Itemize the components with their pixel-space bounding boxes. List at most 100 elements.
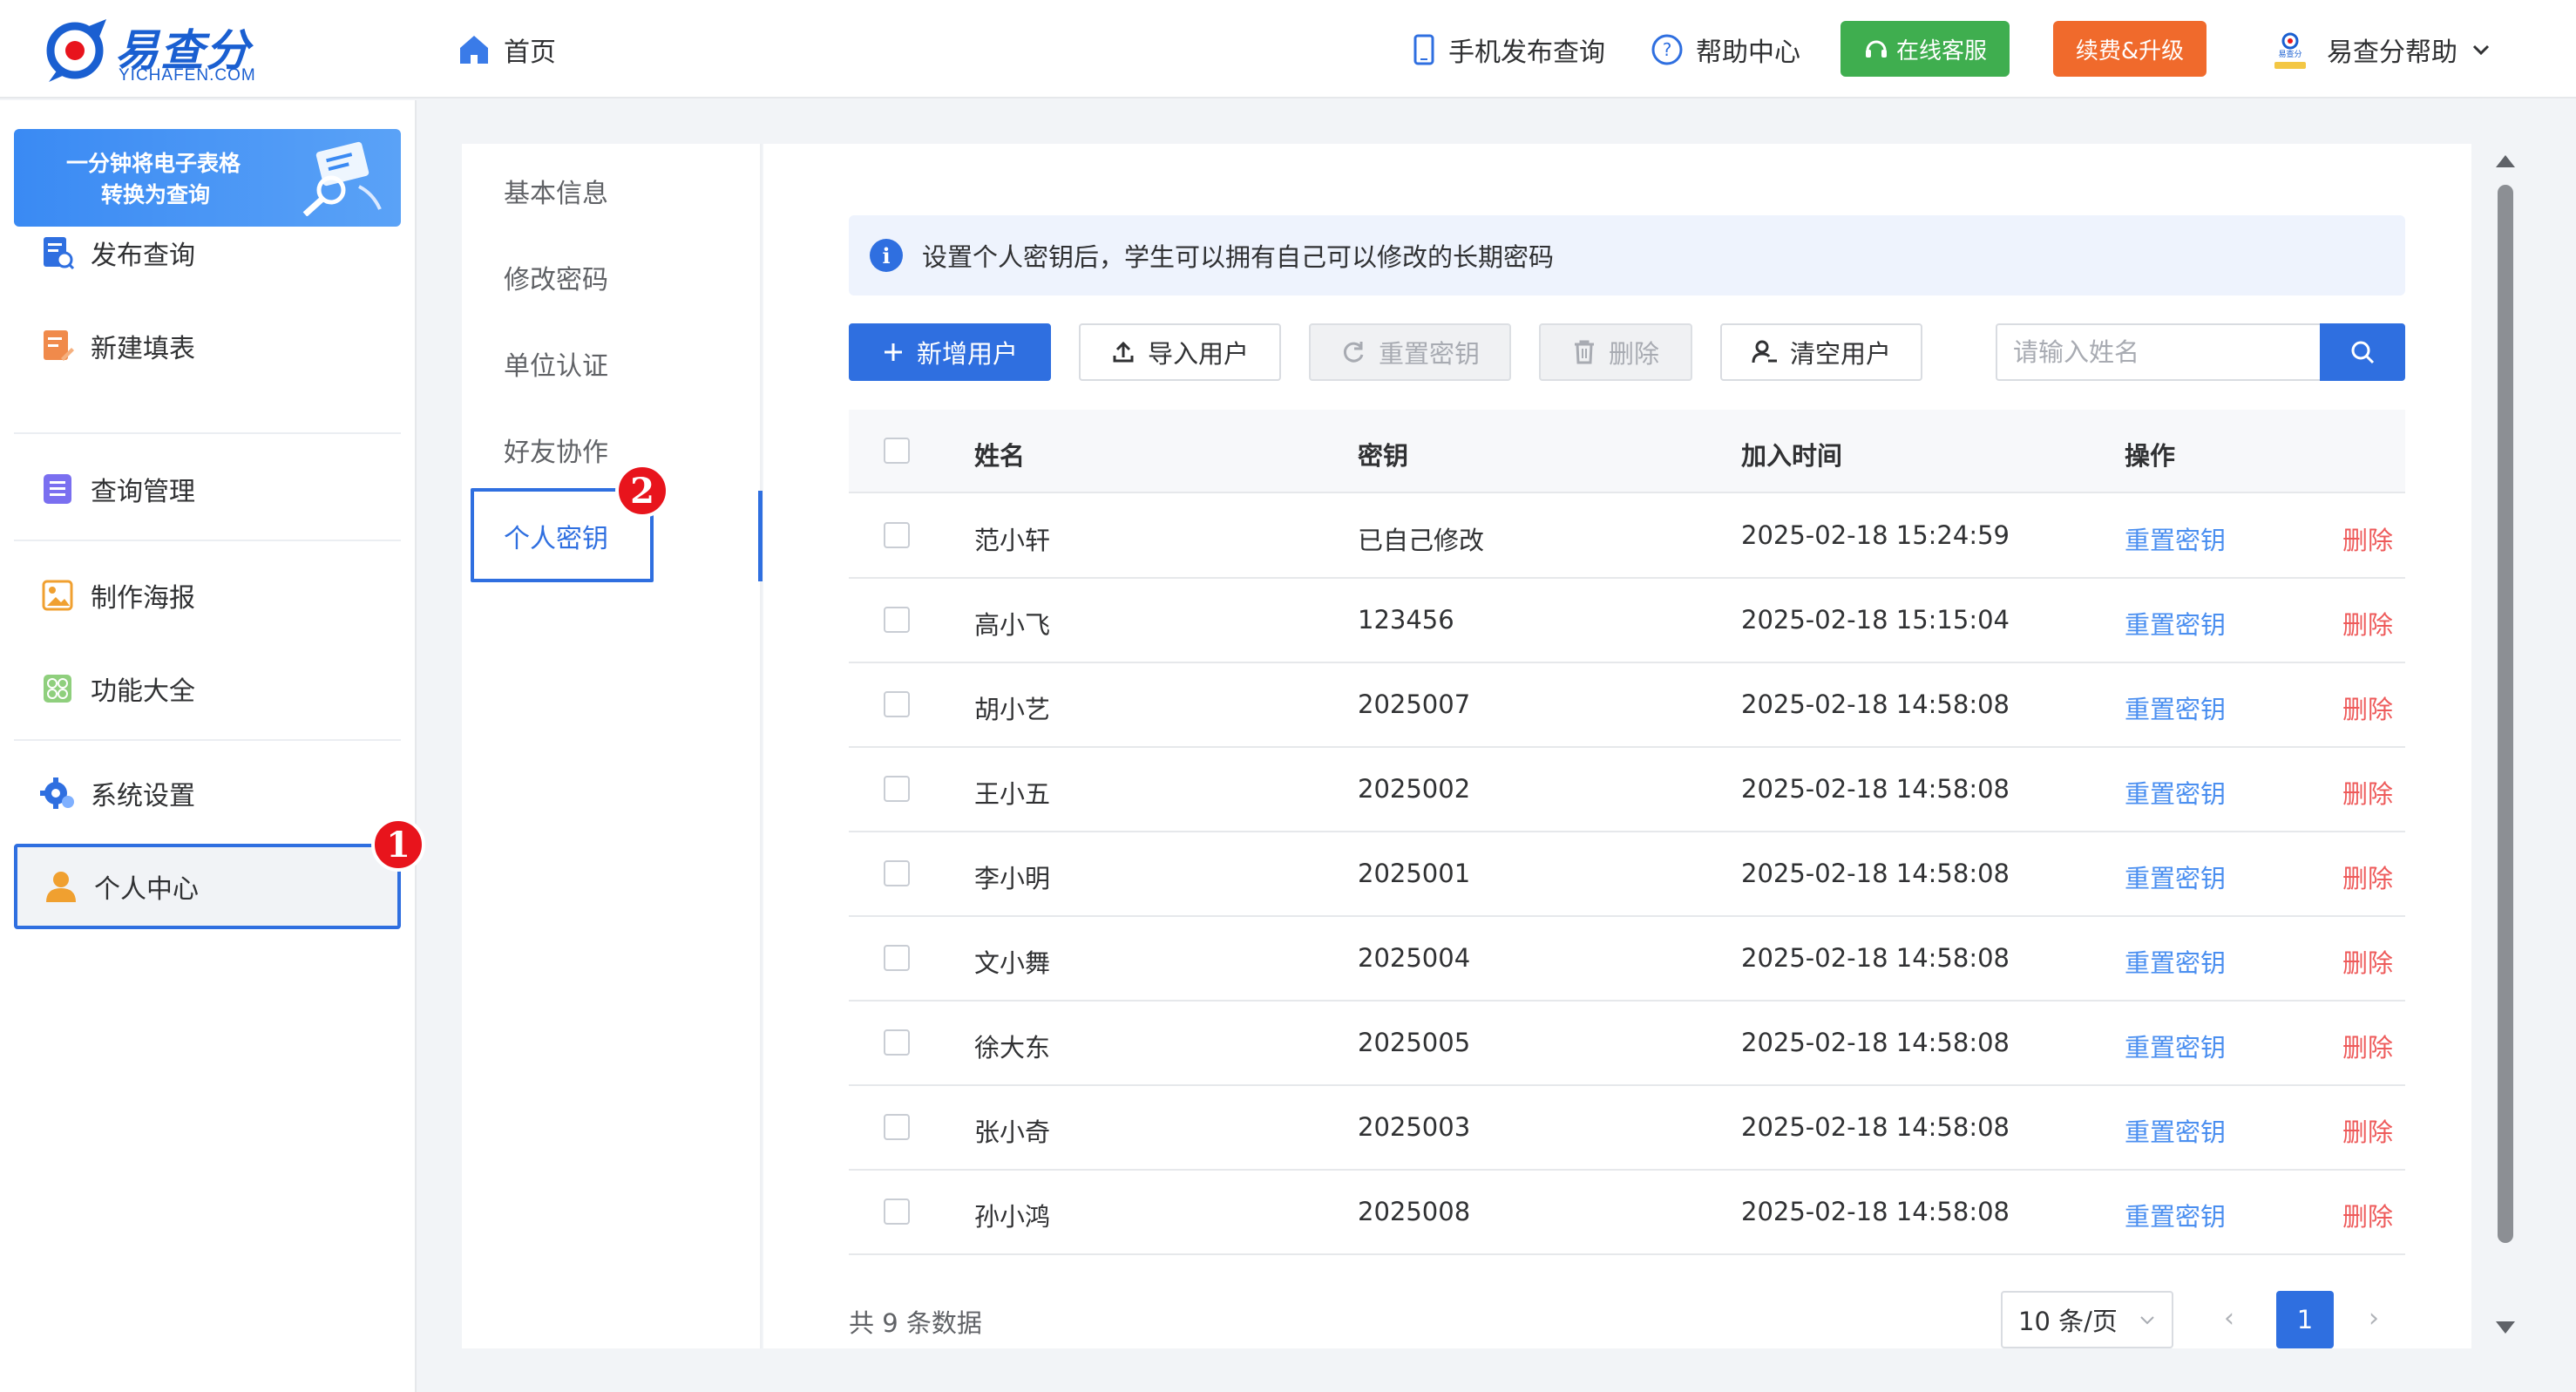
page-size-select[interactable]: 10 条/页 <box>2001 1291 2173 1348</box>
row-checkbox[interactable] <box>884 691 910 717</box>
cell-joined: 2025-02-18 15:24:59 <box>1741 520 2010 550</box>
home-link[interactable]: 首页 <box>457 30 556 70</box>
row-checkbox[interactable] <box>884 1114 910 1140</box>
sidebar-item-poster[interactable]: 制作海报 <box>14 560 401 630</box>
scroll-down-arrow[interactable] <box>2496 1321 2515 1334</box>
reset-key-link[interactable]: 重置密钥 <box>2125 520 2226 557</box>
delete-link[interactable]: 删除 <box>2342 1028 2393 1064</box>
search-button[interactable] <box>2320 323 2405 381</box>
row-checkbox[interactable] <box>884 776 910 802</box>
reset-key-link[interactable]: 重置密钥 <box>2125 859 2226 895</box>
tab-friend-collaboration[interactable]: 好友协作 <box>504 431 608 469</box>
query-management-icon <box>40 472 75 506</box>
add-user-label: 新增用户 <box>916 339 1018 369</box>
cell-joined: 2025-02-18 14:58:08 <box>1741 1028 2010 1057</box>
personal-center-subnav: 基本信息 修改密码 单位认证 好友协作 个人密钥 <box>462 144 763 1348</box>
upgrade-button[interactable]: 续费&升级 <box>2053 21 2207 77</box>
cell-joined: 2025-02-18 14:58:08 <box>1741 1112 2010 1142</box>
table-header: 姓名 密钥 加入时间 操作 <box>849 410 2405 493</box>
mobile-publish-label: 手机发布查询 <box>1448 37 1605 68</box>
notice-text: 设置个人密钥后，学生可以拥有自己可以修改的长期密码 <box>922 242 1555 272</box>
cell-name: 文小舞 <box>974 948 1051 978</box>
row-checkbox[interactable] <box>884 945 910 971</box>
next-page-button[interactable]: › <box>2369 1303 2379 1334</box>
logo-mark-icon <box>46 19 106 82</box>
online-service-button[interactable]: 在线客服 <box>1840 21 2010 77</box>
add-user-button[interactable]: 新增用户 <box>849 323 1051 381</box>
reset-key-link[interactable]: 重置密钥 <box>2125 1112 2226 1149</box>
tab-personal-key[interactable]: 个人密钥 <box>504 517 608 555</box>
cell-name: 李小明 <box>974 864 1051 893</box>
page-size-value: 10 条/页 <box>2018 1307 2118 1336</box>
promo-banner[interactable]: 一分钟将电子表格 转换为查询 <box>14 129 401 227</box>
row-checkbox[interactable] <box>884 1198 910 1225</box>
reset-key-link[interactable]: 重置密钥 <box>2125 1028 2226 1064</box>
promo-line1: 一分钟将电子表格 <box>66 151 241 176</box>
reset-key-link[interactable]: 重置密钥 <box>2125 943 2226 980</box>
sidebar-item-label: 功能大全 <box>91 676 195 707</box>
scroll-up-arrow[interactable] <box>2496 155 2515 167</box>
sidebar-item-personal-center[interactable]: 个人中心 <box>14 844 401 929</box>
clear-users-button[interactable]: 清空用户 <box>1720 323 1922 381</box>
mobile-icon <box>1413 34 1434 65</box>
info-notice: i 设置个人密钥后，学生可以拥有自己可以修改的长期密码 <box>849 215 2405 295</box>
delete-link[interactable]: 删除 <box>2342 943 2393 980</box>
reset-key-link[interactable]: 重置密钥 <box>2125 689 2226 726</box>
top-bar: 易查分 YICHAFEN.COM 首页 手机发布查询 ? 帮助中心 在线客服 续… <box>0 0 2576 98</box>
avatar: 易查分 <box>2268 27 2313 72</box>
reset-key-link[interactable]: 重置密钥 <box>2125 605 2226 642</box>
cell-name: 张小奇 <box>974 1117 1051 1147</box>
reset-key-link[interactable]: 重置密钥 <box>2125 774 2226 811</box>
cell-key: 123456 <box>1358 605 1454 635</box>
table-row: 范小轩 已自己修改 2025-02-18 15:24:59 重置密钥 删除 <box>849 494 2405 579</box>
help-center-link[interactable]: ? 帮助中心 <box>1651 30 1800 70</box>
prev-page-button[interactable]: ‹ <box>2224 1303 2234 1334</box>
delete-link[interactable]: 删除 <box>2342 520 2393 557</box>
sidebar-item-features[interactable]: 功能大全 <box>14 654 401 723</box>
delete-button[interactable]: 删除 <box>1539 323 1692 381</box>
user-menu[interactable]: 易查分 易查分帮助 <box>2268 24 2491 75</box>
reset-key-button[interactable]: 重置密钥 <box>1309 323 1511 381</box>
sidebar-item-system-settings[interactable]: 系统设置 <box>14 758 401 828</box>
delete-link[interactable]: 删除 <box>2342 859 2393 895</box>
cell-name: 孙小鸿 <box>974 1202 1051 1232</box>
import-user-button[interactable]: 导入用户 <box>1079 323 1281 381</box>
delete-link[interactable]: 删除 <box>2342 605 2393 642</box>
sidebar-divider <box>14 540 401 541</box>
delete-link[interactable]: 删除 <box>2342 774 2393 811</box>
total-count: 共 9 条数据 <box>849 1308 982 1338</box>
step-marker-1: 1 <box>371 818 425 872</box>
tab-org-certification[interactable]: 单位认证 <box>504 344 608 383</box>
delete-link[interactable]: 删除 <box>2342 689 2393 726</box>
cell-joined: 2025-02-18 14:58:08 <box>1741 774 2010 804</box>
column-header-name: 姓名 <box>974 441 1026 471</box>
row-checkbox[interactable] <box>884 607 910 633</box>
sidebar: 一分钟将电子表格 转换为查询 发布查询 新建填表 查询管理 制作海报 功能大全 … <box>0 100 417 1392</box>
select-all-checkbox[interactable] <box>884 438 910 464</box>
delete-link[interactable]: 删除 <box>2342 1197 2393 1233</box>
mobile-publish-link[interactable]: 手机发布查询 <box>1412 30 1605 70</box>
sidebar-item-publish-query[interactable]: 发布查询 <box>14 218 401 288</box>
step-marker-2: 2 <box>615 464 669 518</box>
chevron-down-icon <box>2140 1316 2154 1325</box>
tab-change-password[interactable]: 修改密码 <box>504 258 608 296</box>
column-header-actions: 操作 <box>2125 441 2176 471</box>
page-number-button[interactable]: 1 <box>2276 1291 2334 1348</box>
cell-key: 已自己修改 <box>1358 526 1485 555</box>
search-input[interactable] <box>1996 323 2320 381</box>
reset-key-link[interactable]: 重置密钥 <box>2125 1197 2226 1233</box>
sidebar-item-query-management[interactable]: 查询管理 <box>14 454 401 524</box>
tab-basic-info[interactable]: 基本信息 <box>504 172 608 210</box>
reset-key-label: 重置密钥 <box>1378 339 1480 369</box>
row-checkbox[interactable] <box>884 860 910 886</box>
scrollbar-thumb[interactable] <box>2498 185 2513 1243</box>
row-checkbox[interactable] <box>884 522 910 548</box>
table-row: 王小五 2025002 2025-02-18 14:58:08 重置密钥 删除 <box>849 748 2405 832</box>
info-icon: i <box>870 239 903 272</box>
online-service-label: 在线客服 <box>1895 37 1987 65</box>
delete-link[interactable]: 删除 <box>2342 1112 2393 1149</box>
logo[interactable]: 易查分 YICHAFEN.COM <box>45 14 255 85</box>
sidebar-item-new-form[interactable]: 新建填表 <box>14 311 401 381</box>
help-center-label: 帮助中心 <box>1696 37 1800 68</box>
row-checkbox[interactable] <box>884 1029 910 1056</box>
